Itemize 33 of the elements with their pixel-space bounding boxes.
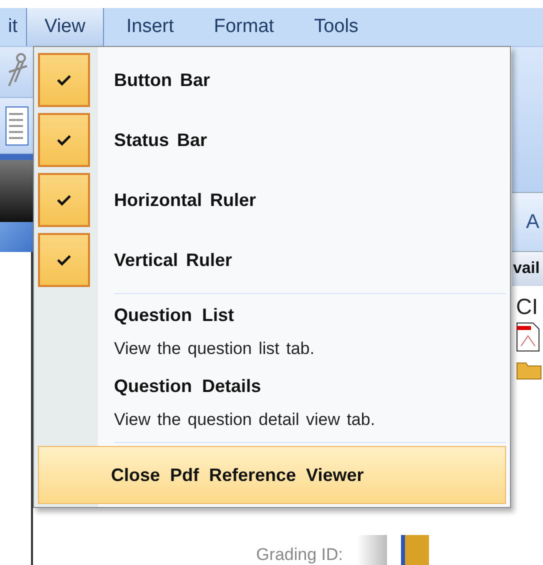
menu-option[interactable]: Question List	[114, 305, 234, 326]
checkbox[interactable]	[38, 113, 90, 167]
menu-item[interactable]: View	[26, 8, 104, 46]
folder-icon	[516, 360, 542, 380]
field-label: Grading ID:	[255, 545, 343, 565]
color-bar	[401, 535, 429, 565]
menu-option[interactable]: Close Pdf Reference Viewer	[38, 446, 506, 504]
tab-strip	[0, 222, 33, 252]
menu-option[interactable]: Vertical Ruler	[38, 230, 506, 290]
menu-option[interactable]: Status Bar	[38, 110, 506, 170]
menu-option[interactable]: Button Bar	[38, 50, 506, 110]
menu-item[interactable]: Format	[196, 8, 292, 46]
menu-option[interactable]: Horizontal Ruler	[38, 170, 506, 230]
menu-item[interactable]: it	[0, 8, 26, 46]
checkbox[interactable]	[38, 173, 90, 227]
pdf-file-icon	[516, 322, 540, 352]
check-icon	[57, 194, 71, 206]
checkbox[interactable]	[38, 233, 90, 287]
menu-option-description: View the question detail view tab.	[114, 409, 376, 431]
panel-text: CI	[515, 293, 539, 321]
menu-option[interactable]: Question Details	[114, 376, 262, 397]
menu-item[interactable]: Tools	[296, 8, 376, 46]
dark-panel	[0, 154, 33, 222]
tab[interactable]: A	[512, 193, 543, 252]
check-icon	[57, 134, 71, 146]
menu-item[interactable]: Insert	[108, 8, 192, 46]
checkbox[interactable]	[38, 53, 90, 107]
check-icon	[57, 254, 71, 266]
splitter-bar	[357, 535, 387, 565]
check-icon	[57, 74, 71, 86]
menu-option-description: View the question list tab.	[114, 338, 316, 360]
list-icon[interactable]	[4, 106, 28, 146]
panel-header: vail	[512, 252, 543, 286]
